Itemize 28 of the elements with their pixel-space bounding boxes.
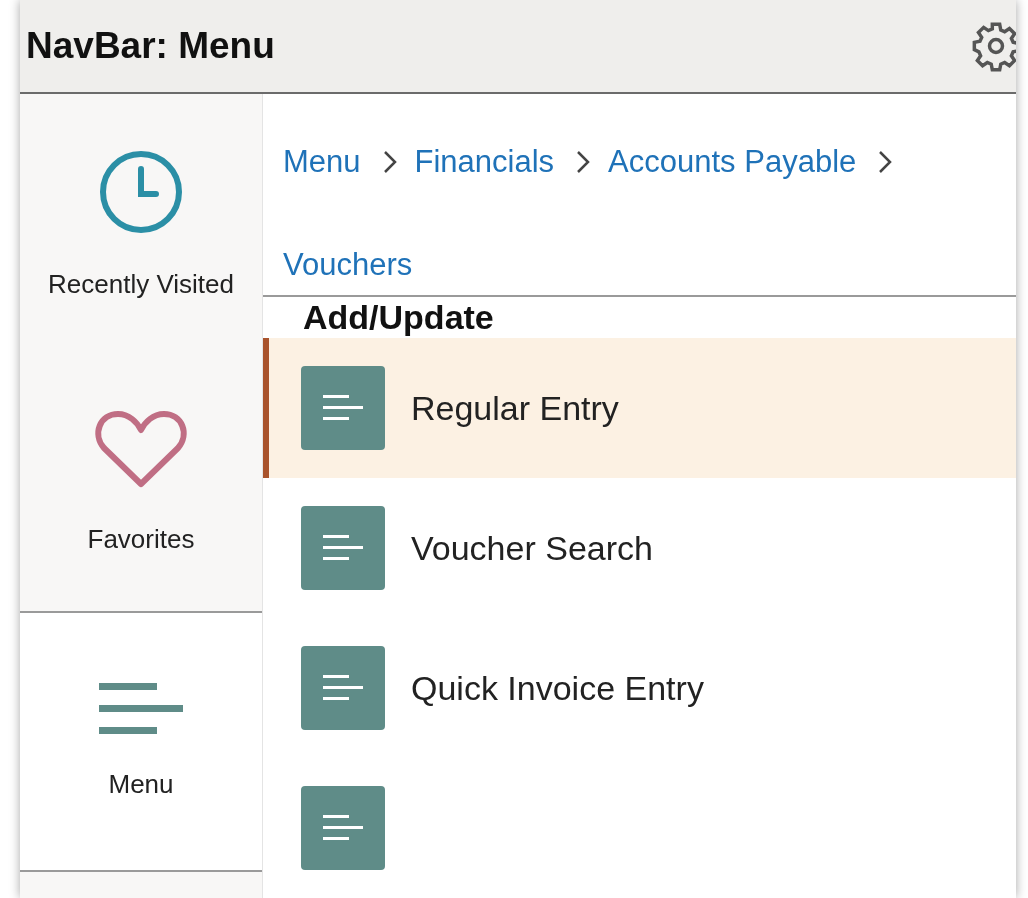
heart-icon	[94, 410, 188, 490]
chevron-icon	[878, 150, 893, 175]
document-tile-icon	[301, 366, 385, 450]
document-tile-icon	[301, 786, 385, 870]
breadcrumb-link[interactable]: Financials	[414, 142, 555, 183]
chevron-icon	[382, 150, 397, 175]
document-tile-icon	[301, 646, 385, 730]
breadcrumb-link[interactable]: Vouchers	[283, 244, 413, 285]
nav-item[interactable]: Recently Visited	[20, 94, 262, 354]
menu-item[interactable]	[263, 758, 1016, 898]
document-tile-icon	[301, 506, 385, 590]
menu-item-label: Voucher Search	[411, 528, 653, 568]
menu-item-label: Quick Invoice Entry	[411, 668, 704, 708]
menu-item[interactable]: Regular Entry	[263, 338, 1016, 478]
settings-icon[interactable]	[970, 20, 1016, 72]
menu-icon	[99, 683, 183, 735]
breadcrumb-link[interactable]: Menu	[283, 142, 361, 183]
nav-label: Favorites	[87, 524, 195, 555]
nav-item[interactable]: Favorites	[20, 354, 262, 611]
nav-label: Menu	[108, 769, 174, 800]
breadcrumb-link[interactable]: Accounts Payable	[608, 142, 857, 183]
chevron-icon	[576, 150, 591, 175]
section-title: Add/Update	[302, 297, 495, 338]
menu-item-label: Regular Entry	[411, 388, 619, 428]
page-title: NavBar: Menu	[26, 25, 275, 67]
nav-item[interactable]: Menu	[20, 611, 262, 872]
clock-icon	[98, 148, 184, 235]
nav-label: Recently Visited	[48, 268, 234, 300]
